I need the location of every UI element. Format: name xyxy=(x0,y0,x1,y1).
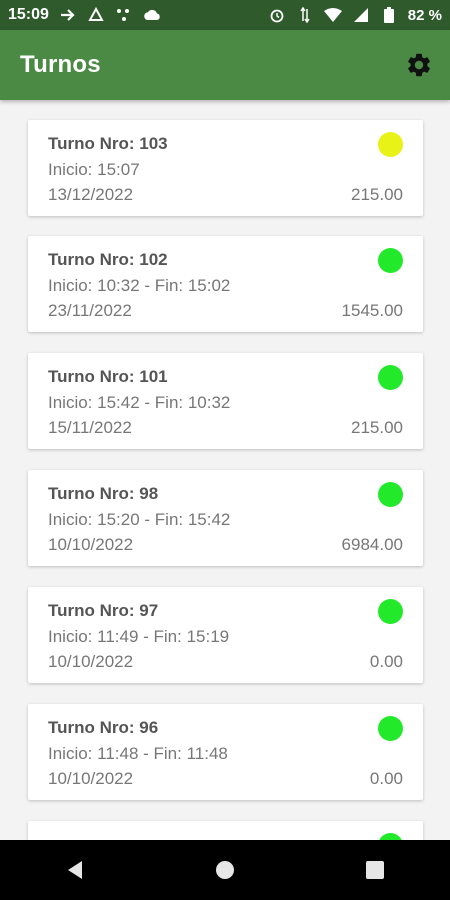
turno-times: Inicio: 15:07 xyxy=(48,160,140,179)
turno-card[interactable] xyxy=(28,821,423,840)
turno-date: 10/10/2022 xyxy=(48,652,134,671)
cloud-icon xyxy=(143,6,161,24)
status-dot xyxy=(378,716,403,741)
home-icon xyxy=(216,861,234,879)
turno-amount: 0.00 xyxy=(369,769,403,788)
status-dot xyxy=(378,365,403,390)
status-dot xyxy=(378,482,403,507)
turno-title: Turno Nro: 102 xyxy=(48,250,168,269)
turno-amount: 215.00 xyxy=(351,185,403,204)
turno-title: Turno Nro: 101 xyxy=(48,367,168,386)
turno-card[interactable]: Turno Nro: 101 Inicio: 15:42 - Fin: 10:3… xyxy=(28,353,423,449)
arrow-right-icon xyxy=(59,6,77,24)
turno-date: 23/11/2022 xyxy=(48,301,132,320)
status-dot xyxy=(378,132,403,157)
navigation-bar xyxy=(0,840,450,900)
status-dot xyxy=(378,248,403,273)
turno-date: 10/10/2022 xyxy=(48,535,134,554)
turno-card[interactable]: Turno Nro: 97 Inicio: 11:49 - Fin: 15:19… xyxy=(28,587,423,683)
turno-title: Turno Nro: 103 xyxy=(48,134,168,153)
status-dot xyxy=(378,599,403,624)
home-button[interactable] xyxy=(195,840,255,900)
alarm-icon xyxy=(268,6,286,24)
turno-amount: 1545.00 xyxy=(341,301,403,320)
turno-times: Inicio: 15:20 - Fin: 15:42 xyxy=(48,510,231,529)
turno-card[interactable]: Turno Nro: 102 Inicio: 10:32 - Fin: 15:0… xyxy=(28,236,423,332)
status-time: 15:09 xyxy=(8,6,49,23)
recents-button[interactable] xyxy=(345,840,405,900)
turno-date: 10/10/2022 xyxy=(48,769,134,788)
turno-title: Turno Nro: 97 xyxy=(48,601,159,620)
recents-icon xyxy=(366,861,384,879)
turno-date: 13/12/2022 xyxy=(48,185,134,204)
turno-amount: 6984.00 xyxy=(341,535,403,554)
turno-card[interactable]: Turno Nro: 103 Inicio: 15:07 13/12/2022 … xyxy=(28,120,423,216)
turno-times: Inicio: 11:48 - Fin: 11:48 xyxy=(48,744,228,763)
turno-title: Turno Nro: 98 xyxy=(48,484,159,503)
turnos-list[interactable]: Turno Nro: 103 Inicio: 15:07 13/12/2022 … xyxy=(0,100,450,840)
wifi-icon xyxy=(323,6,342,24)
turno-card[interactable]: Turno Nro: 96 Inicio: 11:48 - Fin: 11:48… xyxy=(28,704,423,800)
battery-percent: 82 % xyxy=(407,6,442,24)
turno-times: Inicio: 15:42 - Fin: 10:32 xyxy=(48,393,231,412)
turno-amount: 215.00 xyxy=(351,418,403,437)
turno-date: 15/11/2022 xyxy=(48,418,132,437)
status-dot xyxy=(378,833,403,840)
dots-icon xyxy=(115,6,133,24)
data-arrows-icon xyxy=(296,6,314,24)
battery-icon xyxy=(380,6,398,24)
settings-button[interactable] xyxy=(404,50,434,80)
turno-amount: 0.00 xyxy=(369,652,403,671)
turno-title: Turno Nro: 96 xyxy=(48,718,159,737)
back-button[interactable] xyxy=(45,840,105,900)
turno-card[interactable]: Turno Nro: 98 Inicio: 15:20 - Fin: 15:42… xyxy=(28,470,423,566)
gear-icon xyxy=(408,53,430,77)
turno-times: Inicio: 10:32 - Fin: 15:02 xyxy=(48,276,231,295)
signal-icon xyxy=(352,6,370,24)
page-title: Turnos xyxy=(20,51,101,78)
recycle-icon xyxy=(87,6,105,24)
status-bar: 15:09 82 % xyxy=(0,0,450,30)
turno-times: Inicio: 11:49 - Fin: 15:19 xyxy=(48,627,230,646)
app-bar: Turnos xyxy=(0,30,450,100)
back-icon xyxy=(68,861,82,879)
